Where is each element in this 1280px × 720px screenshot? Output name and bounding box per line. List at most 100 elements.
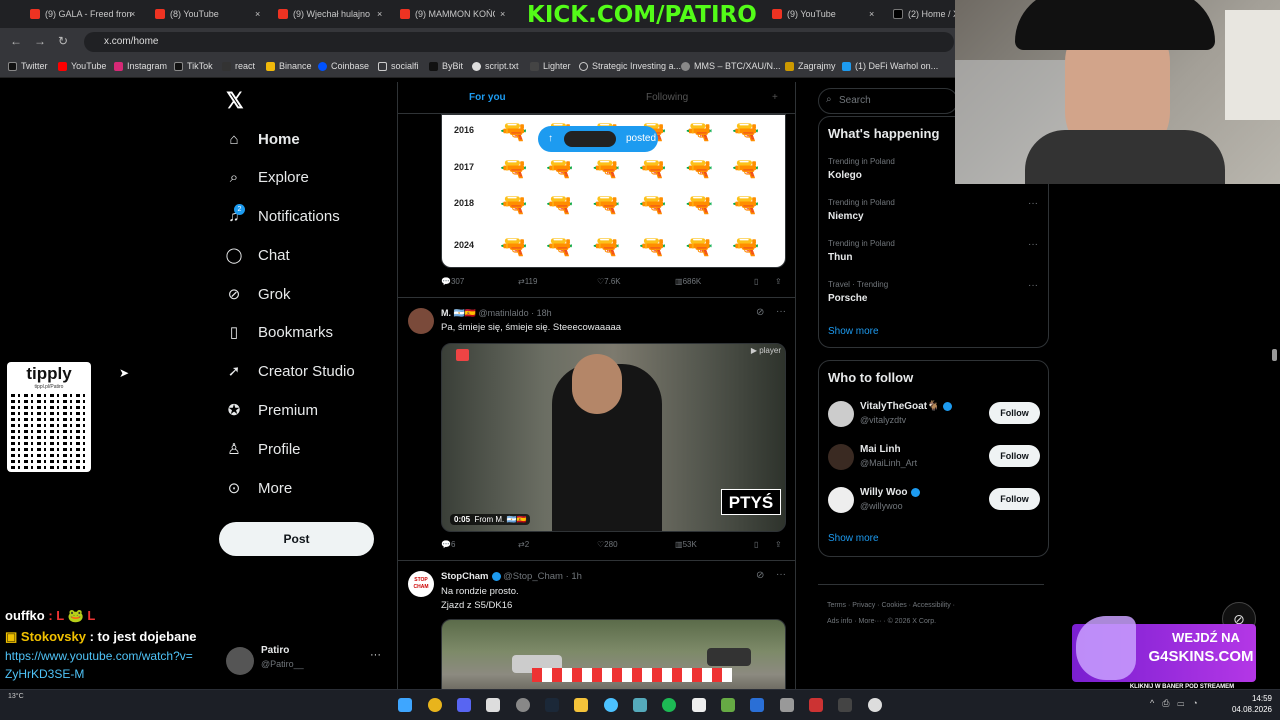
grok-icon[interactable]: ⊘: [756, 307, 764, 318]
app-icon[interactable]: [868, 698, 882, 712]
new-posts-pill[interactable]: ↑ posted: [538, 126, 658, 152]
follow-suggestion[interactable]: VitalyTheGoat🐐 @vitalyzdtv Follow: [828, 399, 1040, 431]
grok-icon[interactable]: ⊘: [756, 570, 764, 581]
nav-profile[interactable]: ♙ Profile: [225, 434, 300, 464]
share-icon[interactable]: ⇪: [775, 540, 782, 549]
discord-icon[interactable]: [457, 698, 471, 712]
nav-grok[interactable]: ⊘ Grok: [225, 279, 291, 309]
spotify-icon[interactable]: [662, 698, 676, 712]
author-name[interactable]: StopCham: [441, 571, 489, 582]
tab-following[interactable]: Following: [646, 92, 688, 103]
tweet-time[interactable]: · 18h: [531, 308, 552, 318]
nav-more[interactable]: ⊙ More: [225, 473, 292, 503]
back-icon[interactable]: ←: [10, 34, 22, 48]
x-logo-icon[interactable]: 𝕏: [226, 88, 244, 114]
trend-item[interactable]: Trending in Poland Thun ···: [828, 239, 1040, 263]
bookmark-item[interactable]: MMS – BTC/XAU/N...: [681, 61, 781, 71]
follow-button[interactable]: Follow: [989, 445, 1040, 467]
bookmark-item[interactable]: Strategic Investing a...: [579, 61, 681, 71]
share-icon[interactable]: ⇪: [775, 277, 782, 286]
close-icon[interactable]: ×: [500, 4, 512, 24]
taskbar-clock[interactable]: 14:59 04.08.2026: [1228, 693, 1272, 715]
like-button[interactable]: ♡ 280: [597, 540, 618, 549]
tweet-video[interactable]: ▶ player PTYŚ 0:05 From M. 🇦🇷🇪🇸: [441, 343, 786, 532]
more-icon[interactable]: ···: [1028, 239, 1038, 250]
bookmark-item[interactable]: (1) DeFi Warhol on...: [842, 61, 938, 71]
bookmark-item[interactable]: TikTok: [174, 61, 213, 71]
follow-button[interactable]: Follow: [989, 402, 1040, 424]
more-icon[interactable]: ···: [370, 649, 381, 661]
browser-tab-active[interactable]: (2) Home / X: [893, 4, 955, 24]
reply-button[interactable]: 💬 6: [441, 540, 455, 549]
more-icon[interactable]: ···: [1028, 280, 1038, 291]
add-tab-icon[interactable]: +: [772, 92, 778, 103]
app-icon[interactable]: [633, 698, 647, 712]
views-button[interactable]: ▥ 53K: [675, 540, 697, 549]
app-icon[interactable]: [838, 698, 852, 712]
search-input[interactable]: Search: [818, 88, 958, 114]
tweet[interactable]: 2016 2017 2018 2024 🔫🔫🔫🔫🔫🔫 🔫🔫🔫🔫🔫🔫 🔫🔫🔫🔫🔫🔫…: [398, 114, 795, 298]
folder-icon[interactable]: [574, 698, 588, 712]
url-field[interactable]: x.com/home: [84, 32, 954, 52]
browser-tab[interactable]: (9) Wjechał hulajnog: [278, 4, 370, 24]
nav-bookmarks[interactable]: ▯ Bookmarks: [225, 317, 333, 347]
bookmark-item[interactable]: ByBit: [429, 61, 463, 71]
more-icon[interactable]: ···: [1028, 198, 1038, 209]
bookmark-item[interactable]: Binance: [266, 61, 312, 71]
author-handle[interactable]: @Stop_Cham: [503, 571, 563, 582]
browser-tab[interactable]: (9) MAMMON KOŃC: [400, 4, 495, 24]
close-icon[interactable]: ×: [377, 4, 389, 24]
weather-widget[interactable]: 13°C: [8, 692, 24, 701]
obs-icon[interactable]: [516, 698, 530, 712]
app-icon[interactable]: [692, 698, 706, 712]
more-icon[interactable]: ···: [776, 569, 786, 580]
tweet-time[interactable]: · 1h: [566, 571, 582, 582]
chrome-icon[interactable]: [428, 698, 442, 712]
nav-premium[interactable]: ✪ Premium: [225, 395, 318, 425]
more-icon[interactable]: ···: [776, 306, 786, 317]
app-icon[interactable]: [486, 698, 500, 712]
account-switcher[interactable]: Patiro @Patiro__ ···: [226, 643, 386, 683]
follow-suggestion[interactable]: Willy Woo @willywoo Follow: [828, 485, 1040, 517]
browser-tab[interactable]: (9) YouTube: [772, 4, 864, 24]
forward-icon[interactable]: →: [34, 34, 46, 48]
bookmark-item[interactable]: react: [222, 61, 255, 71]
show-more-link[interactable]: Show more: [828, 326, 879, 337]
trend-item[interactable]: Travel · Trending Porsche ···: [828, 280, 1040, 304]
repost-button[interactable]: ⇄ 2: [518, 540, 529, 549]
nav-chat[interactable]: ◯ Chat: [225, 240, 290, 270]
start-icon[interactable]: [398, 698, 412, 712]
follow-button[interactable]: Follow: [989, 488, 1040, 510]
app-icon[interactable]: [809, 698, 823, 712]
browser-tab[interactable]: (8) YouTube: [155, 4, 260, 24]
bookmark-item[interactable]: Coinbase: [318, 61, 369, 71]
browser-tab[interactable]: (9) GALA - Freed fron: [30, 4, 140, 24]
follow-suggestion[interactable]: Mai Linh @MaiLinh_Art Follow: [828, 442, 1040, 474]
views-button[interactable]: ▥ 686K: [675, 277, 701, 286]
bookmark-item[interactable]: socialfi: [378, 61, 419, 71]
author-name[interactable]: M. 🇦🇷🇪🇸: [441, 308, 476, 318]
repost-button[interactable]: ⇄ 119: [518, 277, 537, 286]
ad-banner[interactable]: WEJDŹ NA G4SKINS.COM KLIKNIJ W BANER POD…: [1072, 616, 1262, 694]
bookmark-item[interactable]: Lighter: [530, 61, 571, 71]
system-tray-icons[interactable]: ^⎙▭◔: [1150, 698, 1206, 709]
bookmark-icon[interactable]: ▯: [754, 277, 758, 286]
bookmark-item[interactable]: script.txt: [472, 61, 519, 71]
nav-notifications[interactable]: ♫ 2 Notifications: [225, 201, 340, 231]
show-more-link[interactable]: Show more: [828, 533, 879, 544]
bookmark-item[interactable]: YouTube: [58, 61, 106, 71]
close-icon[interactable]: ×: [255, 4, 267, 24]
trend-item[interactable]: Trending in Poland Niemcy ···: [828, 198, 1040, 222]
nav-explore[interactable]: ⌕ Explore: [225, 162, 309, 192]
avatar[interactable]: STOP CHAM: [408, 571, 434, 597]
nav-home[interactable]: ⌂ Home: [225, 124, 299, 154]
close-icon[interactable]: ×: [869, 4, 881, 24]
tweet[interactable]: M. 🇦🇷🇪🇸 @matinlaldo · 18h ⊘ ··· Pa, śmie…: [398, 298, 795, 561]
author-handle[interactable]: @matinlaldo: [478, 308, 528, 318]
steam-icon[interactable]: [545, 698, 559, 712]
reload-icon[interactable]: ↻: [58, 34, 68, 48]
app-icon[interactable]: [721, 698, 735, 712]
edge-icon[interactable]: [604, 698, 618, 712]
app-icon[interactable]: [750, 698, 764, 712]
post-button[interactable]: Post: [219, 522, 374, 556]
